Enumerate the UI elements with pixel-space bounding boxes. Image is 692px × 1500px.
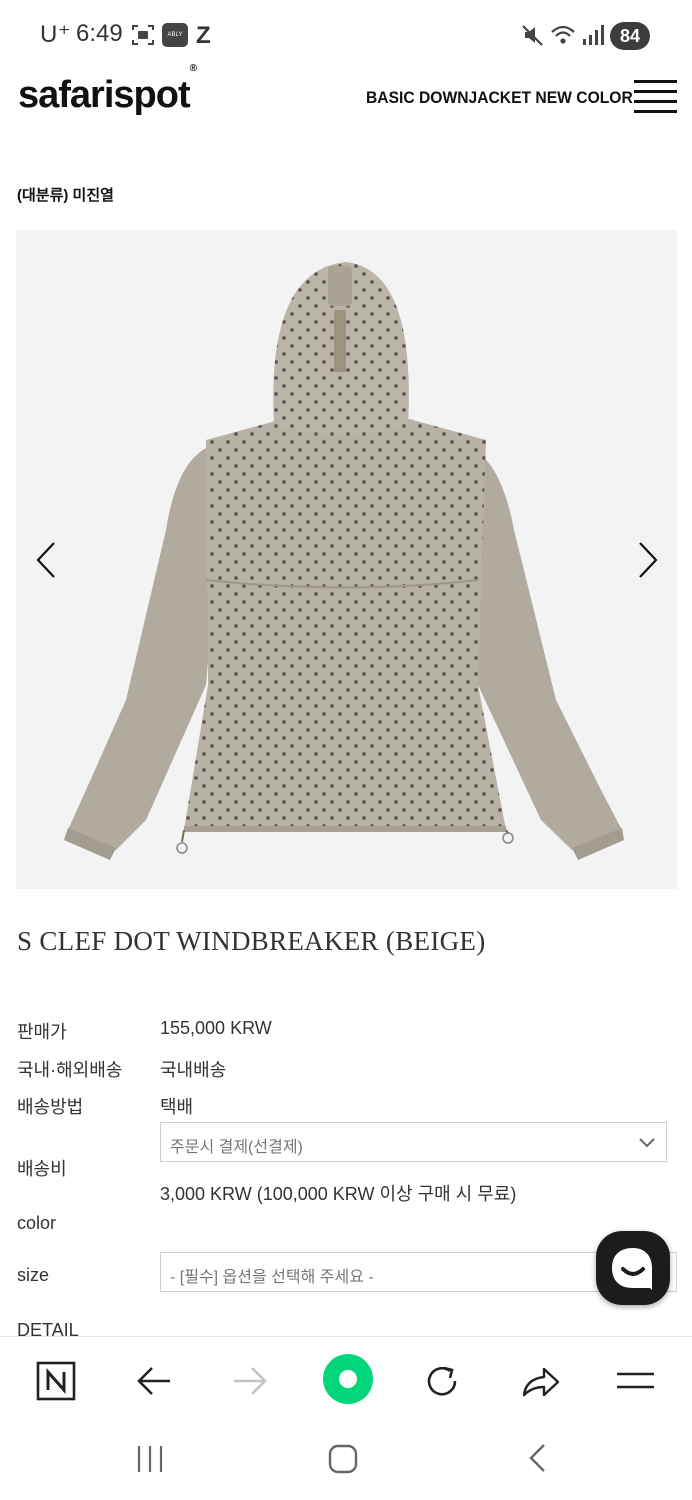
wifi-icon: [551, 25, 575, 44]
share-icon[interactable]: [518, 1359, 562, 1403]
promo-link[interactable]: BASIC DOWNJACKET NEW COLOR: [366, 88, 633, 108]
z-app-icon: Z: [196, 22, 211, 49]
shipping-fee-select-value: 주문시 결제(선결제): [170, 1139, 303, 1156]
carrier-label: U⁺: [40, 21, 71, 48]
clock: 6:49: [76, 20, 123, 47]
hamburger-icon[interactable]: [634, 80, 677, 114]
system-nav-bar: [0, 1424, 692, 1500]
back-arrow-icon[interactable]: [132, 1359, 176, 1403]
size-label: size: [17, 1265, 50, 1285]
refresh-icon[interactable]: [420, 1359, 464, 1403]
color-label: color: [17, 1213, 57, 1233]
battery-indicator: 84: [610, 22, 650, 50]
shipping-fee-label: 배송비: [17, 1159, 67, 1179]
registered-mark: ®: [189, 63, 197, 75]
recent-apps-icon[interactable]: [134, 1444, 166, 1474]
shipping-fee-select[interactable]: 주문시 결제(선결제): [160, 1122, 667, 1162]
green-dot-icon[interactable]: [322, 1353, 374, 1405]
chat-bubble-icon: [612, 1248, 652, 1290]
mute-icon: [522, 25, 543, 46]
brand-logo[interactable]: safarispot®: [18, 63, 197, 117]
shipping-fee-note: 3,000 KRW (100,000 KRW 이상 구매 시 무료): [160, 1184, 517, 1204]
shipping-method-value: 택배: [160, 1097, 194, 1117]
product-title: S CLEF DOT WINDBREAKER (BEIGE): [17, 926, 486, 956]
browser-toolbar: [0, 1336, 692, 1425]
chevron-right-icon[interactable]: [636, 540, 660, 580]
back-nav-icon[interactable]: [526, 1442, 548, 1474]
product-image[interactable]: [16, 230, 677, 889]
shipping-region-label: 국내·해외배송: [17, 1060, 123, 1080]
chevron-down-icon: [639, 1138, 655, 1148]
menu-lines-icon[interactable]: [614, 1359, 658, 1403]
shipping-region-value: 국내배송: [160, 1060, 227, 1080]
detail-label: DETAIL: [17, 1320, 79, 1336]
chat-button[interactable]: [596, 1231, 670, 1305]
naver-n-icon[interactable]: [34, 1359, 78, 1403]
price-label: 판매가: [17, 1022, 67, 1042]
screen-record-icon: [132, 25, 154, 45]
home-icon[interactable]: [328, 1444, 358, 1474]
ably-app-icon: ABLY: [162, 23, 188, 47]
size-select-placeholder: - [필수] 옵션을 선택해 주세요 -: [170, 1269, 374, 1286]
price-value: 155,000 KRW: [160, 1018, 272, 1038]
signal-icon: [583, 25, 604, 45]
status-bar: U⁺ 6:49 ABLY Z 84: [0, 0, 692, 70]
shipping-method-label: 배송방법: [17, 1097, 84, 1117]
chevron-left-icon[interactable]: [34, 540, 58, 580]
breadcrumb[interactable]: (대분류) 미진열: [17, 184, 114, 205]
forward-arrow-icon[interactable]: [228, 1359, 272, 1403]
logo-text: safarispot: [18, 74, 191, 116]
windbreaker-back-view: [64, 262, 624, 860]
